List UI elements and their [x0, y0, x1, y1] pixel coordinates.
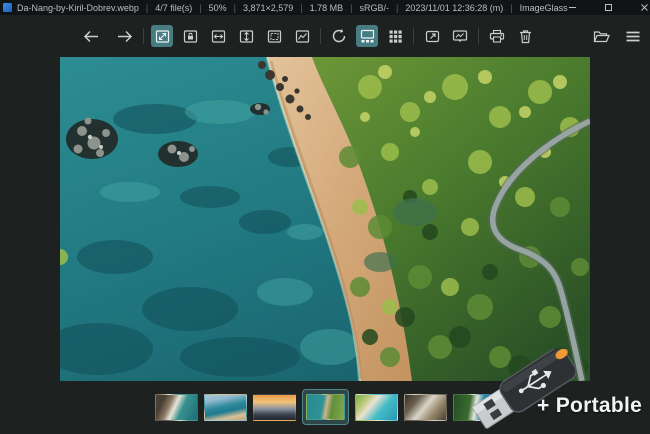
scale-to-width-button[interactable] [207, 25, 229, 47]
arrow-left-icon [83, 30, 98, 42]
slideshow-icon [452, 29, 468, 42]
thumbnail-bar-icon [360, 29, 374, 42]
image-viewer-canvas[interactable] [60, 57, 590, 381]
thumb-waves-on-rocks[interactable] [154, 393, 198, 421]
checkerboard-icon [389, 30, 402, 43]
arrow-right-icon [118, 30, 133, 42]
thumb-sunset-boats[interactable] [252, 393, 296, 421]
toolbar-right-group [590, 25, 644, 47]
titlebar-colorspace: sRGB/- [359, 2, 389, 13]
trash-icon [519, 29, 531, 43]
titlebar: Da-Nang-by-Kiril-Dobrev.webp | 4/7 file(… [0, 0, 650, 15]
titlebar-separator: | [145, 2, 149, 13]
toolbar-separator [320, 28, 321, 44]
maximize-button[interactable] [604, 3, 613, 12]
refresh-icon [332, 28, 346, 43]
slideshow-button[interactable] [449, 25, 471, 47]
scale-to-fill-button[interactable] [291, 25, 313, 47]
auto-zoom-button[interactable] [151, 25, 173, 47]
open-folder-icon [593, 30, 610, 42]
main-menu-button[interactable] [622, 25, 644, 47]
lock-zoom-button[interactable] [179, 25, 201, 47]
scale-to-fit-icon [267, 29, 281, 43]
titlebar-filename: Da-Nang-by-Kiril-Dobrev.webp [17, 2, 139, 13]
hamburger-menu-icon [626, 31, 640, 41]
imageglass-logo-icon [3, 3, 12, 12]
titlebar-dimensions: 3,871×2,579 [242, 2, 294, 13]
thumb-selected-box[interactable] [301, 389, 349, 425]
thumbnail-bar-button[interactable] [356, 25, 378, 47]
toolbar-separator [143, 28, 144, 44]
thumb-green-coast-aerial[interactable] [452, 393, 496, 421]
close-icon [640, 4, 648, 11]
fullscreen-button[interactable] [421, 25, 443, 47]
thumb-danang-coast-current[interactable] [305, 394, 345, 420]
titlebar-file-count: 4/7 file(s) [155, 2, 193, 13]
lock-zoom-icon [183, 29, 197, 43]
titlebar-filesize: 1.78 MB [309, 2, 344, 13]
print-button[interactable] [486, 25, 508, 47]
back-button[interactable] [80, 25, 102, 47]
refresh-button[interactable] [328, 25, 350, 47]
titlebar-date: 2023/11/01 12:36:28 (m) [405, 2, 504, 13]
scale-to-fit-button[interactable] [263, 25, 285, 47]
portable-label: + Portable [537, 394, 643, 417]
thumb-rocky-surf[interactable] [403, 393, 447, 421]
checkerboard-button[interactable] [384, 25, 406, 47]
scale-to-height-button[interactable] [235, 25, 257, 47]
toolbar-separator [478, 28, 479, 44]
titlebar-separator: | [199, 2, 202, 13]
fullscreen-icon [425, 30, 439, 42]
close-button[interactable] [640, 3, 649, 12]
scale-to-fill-icon [295, 29, 309, 43]
titlebar-separator: | [395, 2, 399, 13]
delete-button[interactable] [514, 25, 536, 47]
scale-to-height-icon [239, 29, 253, 43]
thumb-turquoise-beach[interactable] [354, 393, 398, 421]
titlebar-appname: ImageGlass [519, 2, 568, 13]
minimize-icon [568, 7, 576, 8]
print-icon [489, 29, 505, 43]
titlebar-separator: | [233, 2, 236, 13]
forward-button[interactable] [114, 25, 136, 47]
aerial-coastline-photo [60, 57, 590, 381]
thumb-coastline-aerial[interactable] [203, 393, 247, 421]
auto-zoom-icon [155, 29, 169, 43]
titlebar-zoom-level: 50% [208, 2, 227, 13]
toolbar-separator [413, 28, 414, 44]
minimize-button[interactable] [568, 3, 577, 12]
window-controls [568, 3, 650, 12]
main-toolbar [0, 22, 650, 50]
titlebar-separator: | [510, 2, 513, 13]
titlebar-separator: | [350, 2, 353, 13]
titlebar-separator: | [300, 2, 303, 13]
scale-to-width-icon [211, 29, 225, 43]
maximize-icon [604, 4, 612, 11]
open-file-button[interactable] [590, 25, 612, 47]
